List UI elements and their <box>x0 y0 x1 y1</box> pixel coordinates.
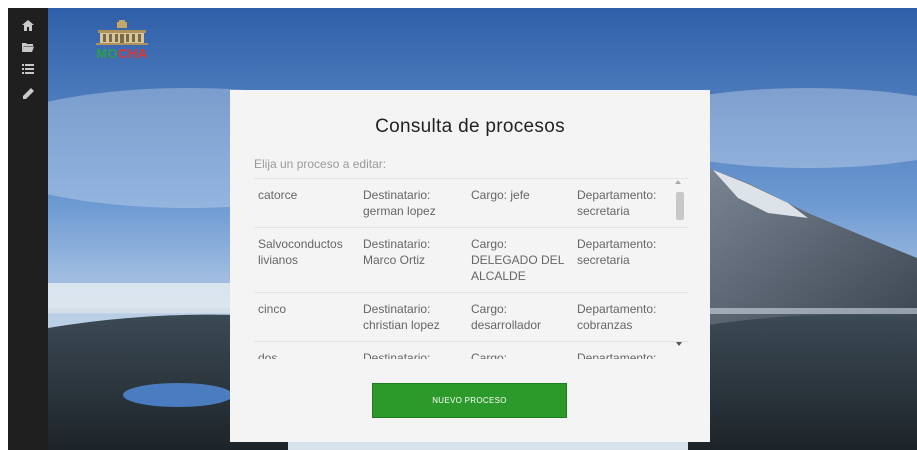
list-instruction: Elija un proceso a editar: <box>254 157 387 171</box>
process-name: catorce <box>258 188 298 202</box>
process-destinatario: Destinatario: christian lopez <box>363 302 440 332</box>
building-logo-icon <box>96 20 148 45</box>
process-departamento: Departamento: secretaria <box>577 237 657 267</box>
process-name: Salvoconductos livianos <box>258 237 343 267</box>
process-destinatario: Destinatario: german lopez <box>363 188 436 218</box>
home-icon[interactable] <box>21 18 35 32</box>
process-cargo: Cargo: desarrollador <box>471 302 542 332</box>
process-list[interactable]: catorce Destinatario: german lopez Cargo… <box>254 178 688 359</box>
scroll-up-icon[interactable] <box>675 180 681 184</box>
process-destinatario: Destinatario: <box>363 351 431 359</box>
list-item[interactable]: dos Destinatario: Cargo: Departamento: <box>254 342 688 359</box>
list-item[interactable]: cinco Destinatario: christian lopez Carg… <box>254 293 688 342</box>
process-name: dos <box>258 351 278 359</box>
list-icon[interactable] <box>21 62 35 76</box>
logo-text: MOCHA <box>96 46 148 61</box>
process-departamento: Departamento: <box>577 351 657 359</box>
process-name: cinco <box>258 302 287 316</box>
process-cargo: Cargo: DELEGADO DEL ALCALDE <box>471 237 564 283</box>
page-title: Consulta de procesos <box>375 116 565 137</box>
logo: MOCHA <box>90 20 154 64</box>
process-destinatario: Destinatario: Marco Ortiz <box>363 237 431 267</box>
process-departamento: Departamento: cobranzas <box>577 302 657 332</box>
folder-icon[interactable] <box>21 40 35 54</box>
process-cargo: Cargo: <box>471 351 508 359</box>
process-cargo: Cargo: jefe <box>471 188 530 202</box>
list-item[interactable]: catorce Destinatario: german lopez Cargo… <box>254 179 688 228</box>
process-departamento: Departamento: secretaria <box>577 188 657 218</box>
scroll-down-icon[interactable] <box>676 342 682 346</box>
scrollbar-thumb[interactable] <box>676 192 684 220</box>
pencil-icon[interactable] <box>21 86 35 100</box>
app-window: MOCHA Consulta de procesos Elija un proc… <box>0 0 917 450</box>
new-process-button[interactable]: NUEVO PROCESO <box>372 383 567 418</box>
list-item[interactable]: Salvoconductos livianos Destinatario: Ma… <box>254 228 688 293</box>
sidebar <box>8 8 48 450</box>
